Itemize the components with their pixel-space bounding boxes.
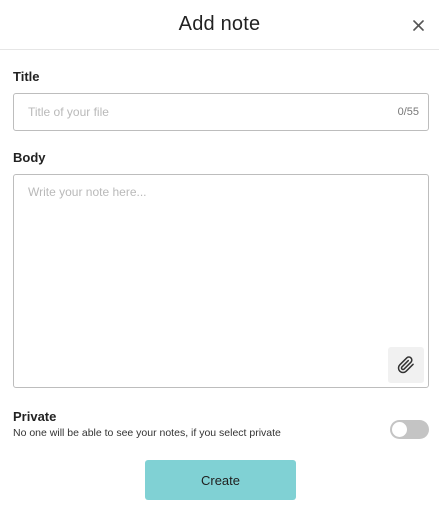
private-description: No one will be able to see your notes, i… (13, 427, 281, 439)
close-icon (412, 19, 424, 31)
title-char-count: 0/55 (397, 106, 419, 118)
private-toggle[interactable] (390, 420, 429, 439)
close-button[interactable] (407, 14, 429, 36)
paperclip-icon (397, 356, 414, 374)
dialog-header: Add note (0, 0, 439, 50)
create-button[interactable]: Create (145, 460, 296, 500)
attach-file-button[interactable] (388, 347, 424, 383)
title-input[interactable] (14, 94, 398, 130)
body-label: Body (13, 150, 46, 165)
title-field: 0/55 (13, 93, 429, 131)
add-note-dialog: Add note Title 0/55 Body Private No one … (0, 0, 439, 509)
body-field (13, 174, 429, 388)
dialog-title: Add note (178, 13, 261, 35)
toggle-knob (392, 422, 407, 437)
private-label: Private (13, 409, 57, 424)
title-label: Title (13, 69, 40, 84)
body-textarea[interactable] (14, 175, 428, 387)
